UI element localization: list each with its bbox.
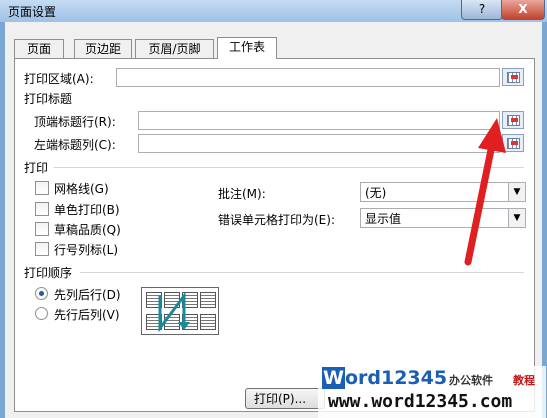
print-area-label: 打印区域(A): xyxy=(24,72,94,86)
cell-errors-label: 错误单元格打印为(E): xyxy=(218,213,335,227)
page-order-heading: 打印顺序 xyxy=(24,266,73,280)
black-white-checkbox[interactable] xyxy=(35,202,49,216)
draft-quality-checkbox[interactable] xyxy=(35,222,49,236)
down-then-over-label: 先列后行(D) xyxy=(54,288,121,302)
row-col-headings-label: 行号列标(L) xyxy=(54,243,119,257)
comments-label: 批注(M): xyxy=(218,187,266,201)
title-bar: 页面设置 ? X xyxy=(0,0,547,22)
print-heading: 打印 xyxy=(24,161,49,175)
top-rows-picker-button[interactable] xyxy=(502,111,524,129)
gridlines-checkbox[interactable] xyxy=(35,181,49,195)
print-button[interactable]: 打印(P)... xyxy=(245,388,325,409)
tab-sheet[interactable]: 工作表 xyxy=(217,37,277,59)
watermark-tag-red: 教程 xyxy=(513,374,535,387)
top-rows-input[interactable] xyxy=(138,111,500,130)
watermark-brand: Word12345 xyxy=(322,367,448,389)
close-button[interactable]: X xyxy=(501,0,545,20)
page-order-preview-icon xyxy=(141,287,219,335)
window-title: 页面设置 xyxy=(8,5,57,19)
gridlines-label: 网格线(G) xyxy=(54,182,109,196)
draft-quality-label: 草稿品质(Q) xyxy=(54,223,121,237)
print-area-input[interactable] xyxy=(116,68,500,87)
print-area-picker-button[interactable] xyxy=(502,68,524,86)
over-then-down-label: 先行后列(V) xyxy=(54,308,120,322)
watermark-tag: 办公软件 xyxy=(449,374,493,387)
row-col-headings-checkbox[interactable] xyxy=(35,242,49,256)
over-then-down-radio[interactable] xyxy=(35,307,48,320)
tab-page[interactable]: 页面 xyxy=(14,39,64,58)
black-white-label: 单色打印(B) xyxy=(54,203,120,217)
left-cols-input[interactable] xyxy=(138,134,500,153)
tab-header-footer[interactable]: 页眉/页脚 xyxy=(135,39,214,58)
left-cols-picker-button[interactable] xyxy=(502,134,524,152)
watermark-url: www.word12345.com xyxy=(328,391,513,412)
left-cols-label: 左端标题列(C): xyxy=(34,138,116,152)
print-titles-heading: 打印标题 xyxy=(24,92,73,106)
comments-select[interactable]: (无) ▼ xyxy=(360,182,526,202)
top-rows-label: 顶端标题行(R): xyxy=(34,115,116,129)
chevron-down-icon: ▼ xyxy=(508,209,525,227)
down-then-over-radio[interactable] xyxy=(35,287,48,300)
help-button[interactable]: ? xyxy=(461,0,503,20)
tab-margins[interactable]: 页边距 xyxy=(74,39,132,58)
cell-errors-select[interactable]: 显示值 ▼ xyxy=(360,208,526,228)
chevron-down-icon: ▼ xyxy=(508,183,525,201)
